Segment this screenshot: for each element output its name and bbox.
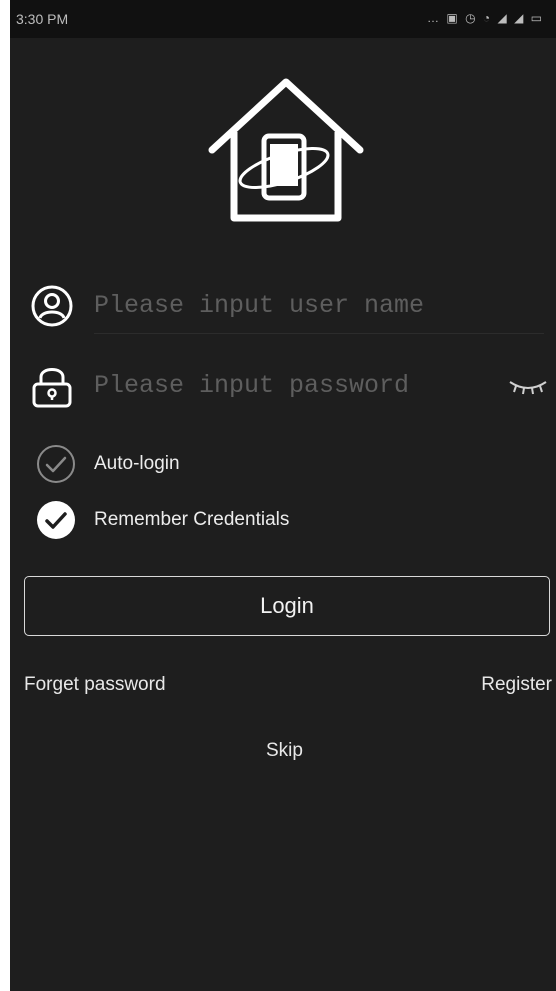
status-time: 3:30 PM: [16, 11, 69, 27]
sim-icon: ▣: [446, 11, 460, 25]
skip-link[interactable]: Skip: [266, 740, 303, 762]
status-bar: 3:30 PM … ▣ ◷ ◔ ◢ ◢ ▭: [10, 0, 556, 38]
auto-login-option[interactable]: Auto-login: [36, 440, 436, 486]
remember-credentials-label: Remember Credentials: [94, 509, 290, 530]
user-icon: [31, 285, 73, 327]
lock-icon: [32, 368, 72, 408]
status-icons: … ▣ ◷ ◔ ◢ ◢ ▭: [427, 11, 544, 25]
auto-login-checkbox[interactable]: [36, 444, 76, 484]
username-divider: [94, 333, 544, 334]
username-row: [10, 274, 556, 334]
house-phone-icon: [208, 78, 364, 222]
password-row: [10, 354, 556, 414]
forget-password-link[interactable]: Forget password: [24, 674, 166, 696]
username-input[interactable]: [94, 286, 474, 324]
battery-icon: ▭: [530, 11, 544, 25]
signal-icon: ◢: [514, 11, 526, 25]
eye-closed-icon[interactable]: [506, 374, 550, 398]
wifi-icon: ◔: [482, 11, 493, 25]
signal-icon: ◢: [497, 11, 509, 25]
login-screen: 3:30 PM … ▣ ◷ ◔ ◢ ◢ ▭ Please input user …: [10, 0, 556, 991]
password-input[interactable]: [94, 366, 474, 404]
more-icon: …: [427, 11, 442, 25]
register-link[interactable]: Register: [481, 674, 552, 696]
auto-login-label: Auto-login: [94, 453, 180, 474]
login-button[interactable]: Login: [24, 576, 550, 636]
remember-credentials-checkbox[interactable]: [36, 500, 76, 540]
alarm-icon: ◷: [465, 11, 478, 25]
remember-credentials-option[interactable]: Remember Credentials: [36, 496, 436, 542]
